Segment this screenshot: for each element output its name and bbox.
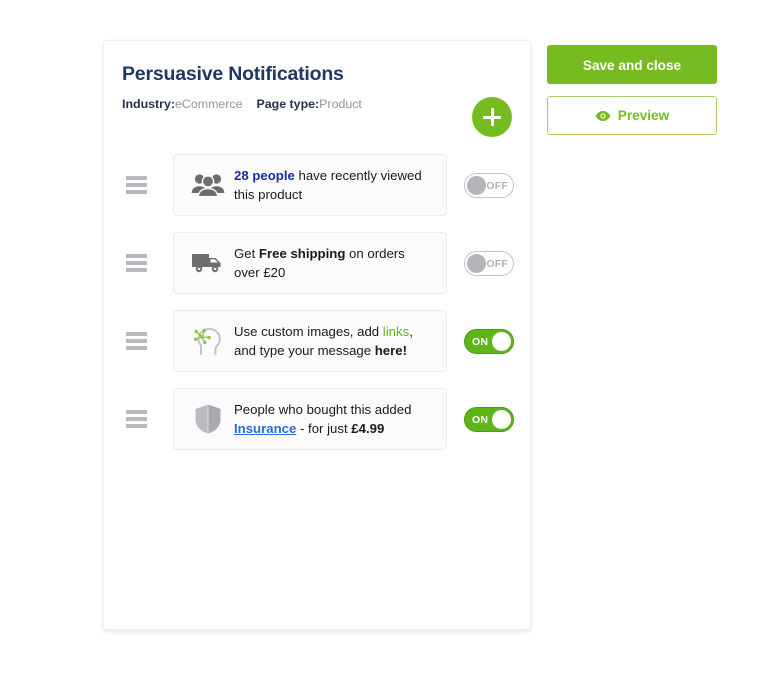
drag-handle-icon[interactable]	[122, 332, 154, 350]
insurance-link[interactable]: Insurance	[234, 421, 296, 436]
notification-text-part: - for just	[296, 421, 352, 436]
toggle-knob	[492, 409, 511, 429]
page-type-label: Page type:	[256, 97, 320, 112]
plus-icon	[483, 108, 501, 126]
panel-meta: Industry:eCommerce Page type:Product	[122, 97, 512, 111]
notification-toggle[interactable]: ON	[464, 406, 514, 432]
add-notification-button[interactable]	[472, 97, 512, 137]
drag-handle-icon[interactable]	[122, 410, 154, 428]
notification-row: Get Free shipping on orders over £20 OFF	[104, 224, 532, 302]
toggle-label: ON	[472, 413, 489, 426]
notification-text-part: 28 people	[234, 167, 295, 183]
delivery-truck-icon	[188, 245, 228, 281]
industry-label: Industry:	[122, 97, 176, 112]
industry-value: eCommerce	[175, 97, 243, 112]
page-type-value: Product	[319, 97, 362, 112]
notification-card[interactable]: Get Free shipping on orders over £20	[173, 232, 447, 294]
toggle-knob	[467, 253, 486, 273]
notification-text-part: links	[382, 323, 410, 339]
notification-toggle[interactable]: ON	[464, 328, 514, 354]
preview-label: Preview	[617, 108, 670, 123]
notification-card[interactable]: Use custom images, add links, and type y…	[173, 310, 447, 372]
toggle-knob	[467, 175, 486, 195]
notification-row: Use custom images, add links, and type y…	[104, 302, 532, 380]
notification-text-part: £4.99	[351, 421, 385, 436]
notification-text-part: Free shipping	[258, 245, 346, 261]
eye-icon	[595, 110, 611, 122]
toggle-label: OFF	[486, 179, 508, 192]
notification-row: 28 people have recently viewed this prod…	[104, 146, 532, 224]
notification-text-part: here!	[374, 343, 407, 358]
action-buttons: Save and close Preview	[547, 45, 717, 135]
notification-toggle[interactable]: OFF	[464, 172, 514, 198]
notification-text: Use custom images, add links, and type y…	[234, 322, 436, 360]
toggle-label: OFF	[486, 257, 508, 270]
toggle-knob	[492, 331, 511, 351]
notifications-panel: Persuasive Notifications Industry:eComme…	[103, 40, 531, 630]
drag-handle-icon[interactable]	[122, 176, 154, 194]
page-title: Persuasive Notifications	[122, 63, 344, 85]
preview-button[interactable]: Preview	[547, 96, 717, 135]
notification-card[interactable]: People who bought this added Insurance -…	[173, 388, 447, 450]
notification-text-part: People who bought this added	[234, 401, 412, 417]
toggle-label: ON	[472, 335, 489, 348]
notification-toggle[interactable]: OFF	[464, 250, 514, 276]
notification-list: 28 people have recently viewed this prod…	[104, 146, 532, 458]
notification-text: Get Free shipping on orders over £20	[234, 244, 436, 282]
notification-card[interactable]: 28 people have recently viewed this prod…	[173, 154, 447, 216]
notification-text: People who bought this added Insurance -…	[234, 400, 436, 438]
drag-handle-icon[interactable]	[122, 254, 154, 272]
notification-text-part: Get	[234, 245, 259, 261]
notification-text-part: Use custom images, add	[234, 323, 383, 339]
people-group-icon	[188, 167, 228, 203]
notification-row: People who bought this added Insurance -…	[104, 380, 532, 458]
shield-icon	[188, 401, 228, 437]
notification-text: 28 people have recently viewed this prod…	[234, 166, 436, 204]
app-root: Persuasive Notifications Industry:eComme…	[0, 0, 780, 678]
idea-head-icon	[188, 323, 228, 359]
panel-header: Persuasive Notifications Industry:eComme…	[104, 41, 530, 111]
save-and-close-button[interactable]: Save and close	[547, 45, 717, 84]
